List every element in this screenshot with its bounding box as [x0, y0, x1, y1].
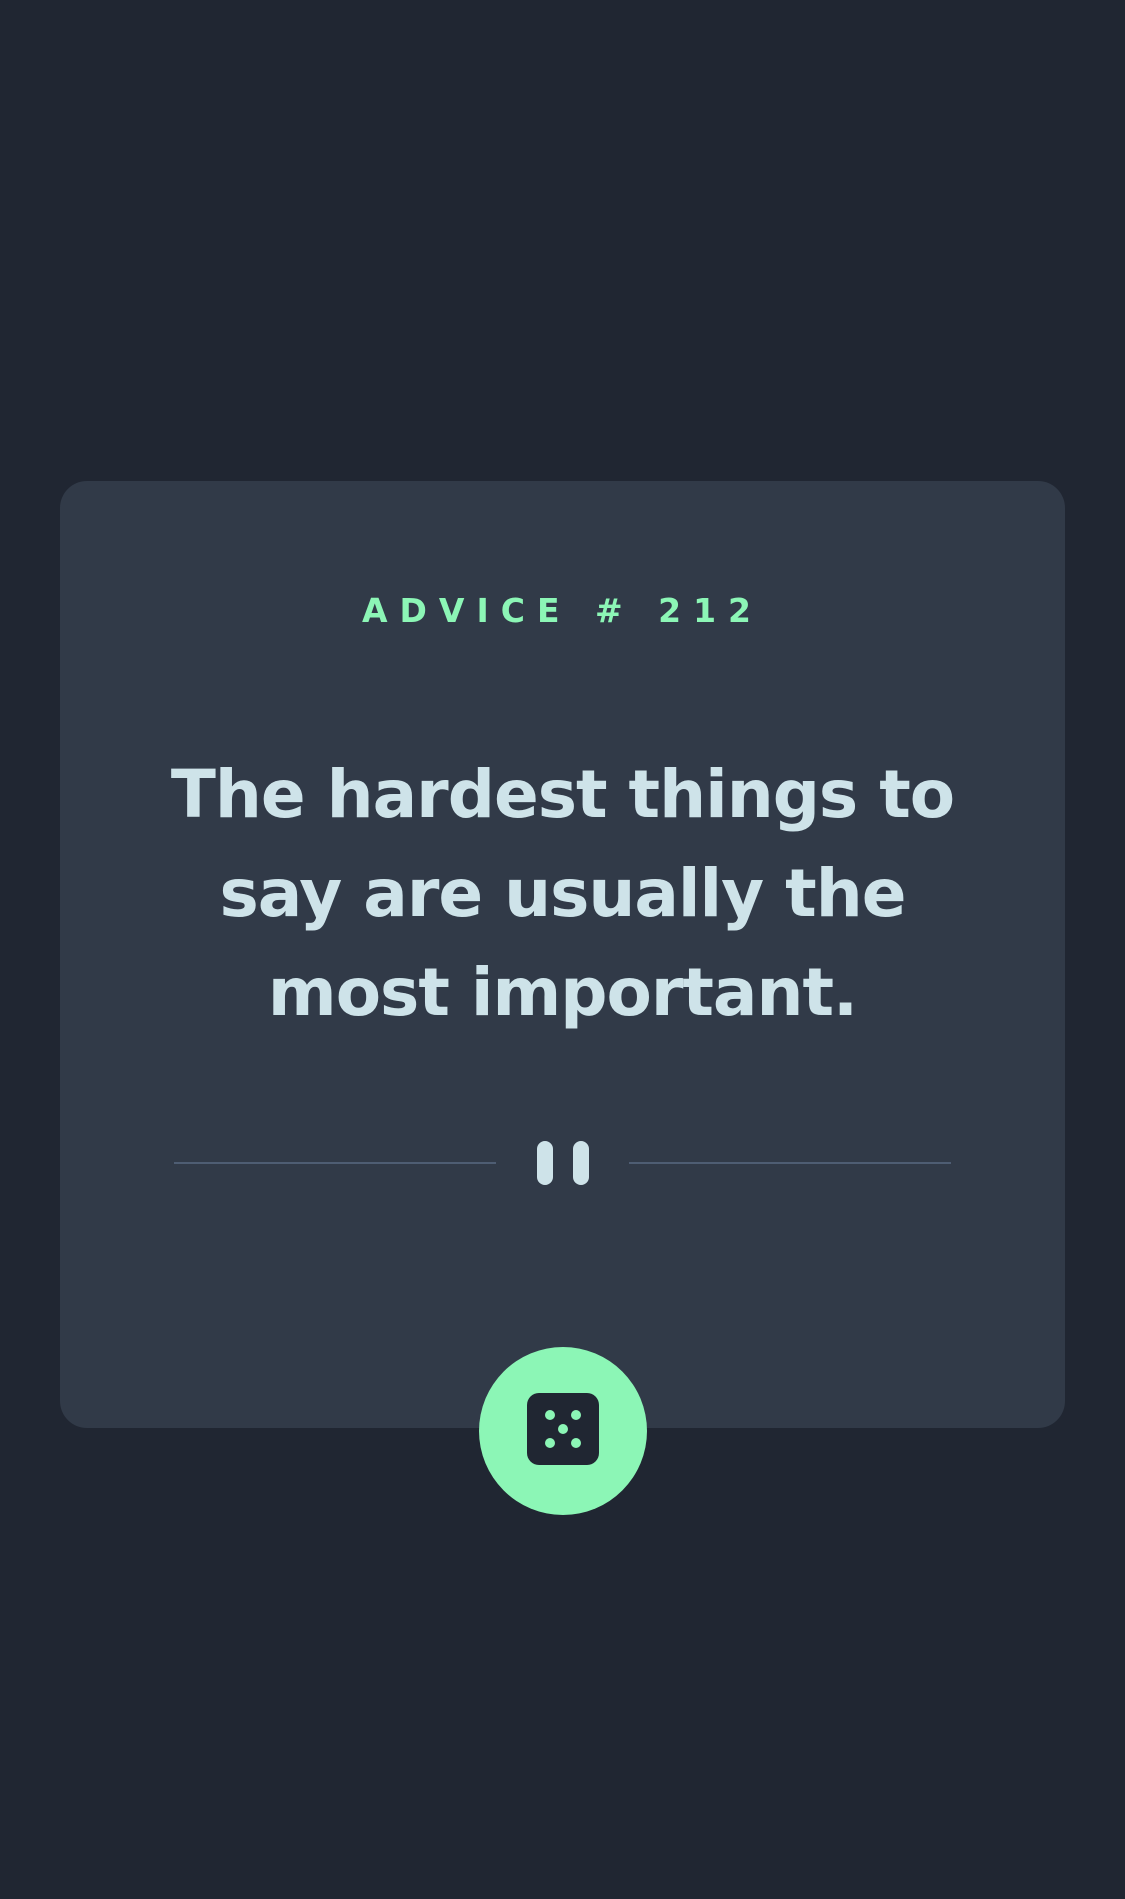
- advice-card: ADVICE # 212 The hardest things to say a…: [60, 481, 1065, 1428]
- pause-icon: [537, 1141, 589, 1185]
- pause-bar-left: [537, 1141, 553, 1185]
- dice-pip: [545, 1410, 555, 1420]
- pattern-divider: [174, 1141, 951, 1185]
- advice-quote: The hardest things to say are usually th…: [170, 756, 955, 1031]
- dice-pip: [571, 1438, 581, 1448]
- divider-line-right: [629, 1162, 951, 1164]
- pause-bar-right: [573, 1141, 589, 1185]
- dice-pip: [571, 1410, 581, 1420]
- dice-pip: [558, 1424, 568, 1434]
- dice-icon: [527, 1393, 599, 1465]
- advice-number: ADVICE # 212: [361, 591, 764, 630]
- dice-pip: [545, 1438, 555, 1448]
- new-advice-button[interactable]: [479, 1347, 647, 1515]
- divider-line-left: [174, 1162, 496, 1164]
